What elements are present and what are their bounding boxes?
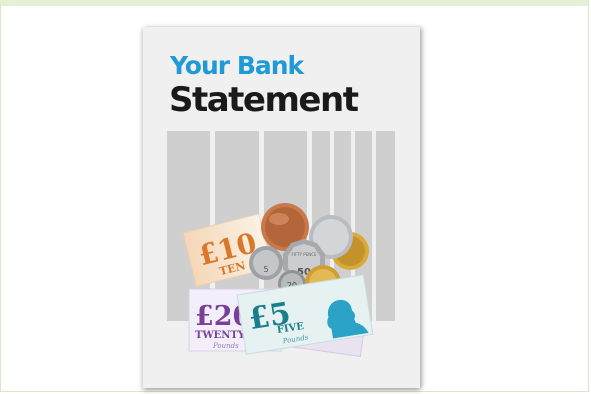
bank-statement-cover: Your Bank Statement £10 TEN £20 TWENTY P… [143, 27, 420, 388]
money-illustration: £10 TEN £20 TWENTY Pounds 5 FIFTY PENCE … [167, 131, 395, 358]
coin-5p: 5 [249, 246, 283, 280]
twenty-note-script: Pounds [212, 342, 239, 350]
twenty-note-word: TWENTY [195, 330, 246, 341]
coin-5-label: 5 [263, 265, 268, 274]
statement-column [376, 131, 395, 321]
coin-fifty-text: FIFTY PENCE [291, 252, 317, 257]
